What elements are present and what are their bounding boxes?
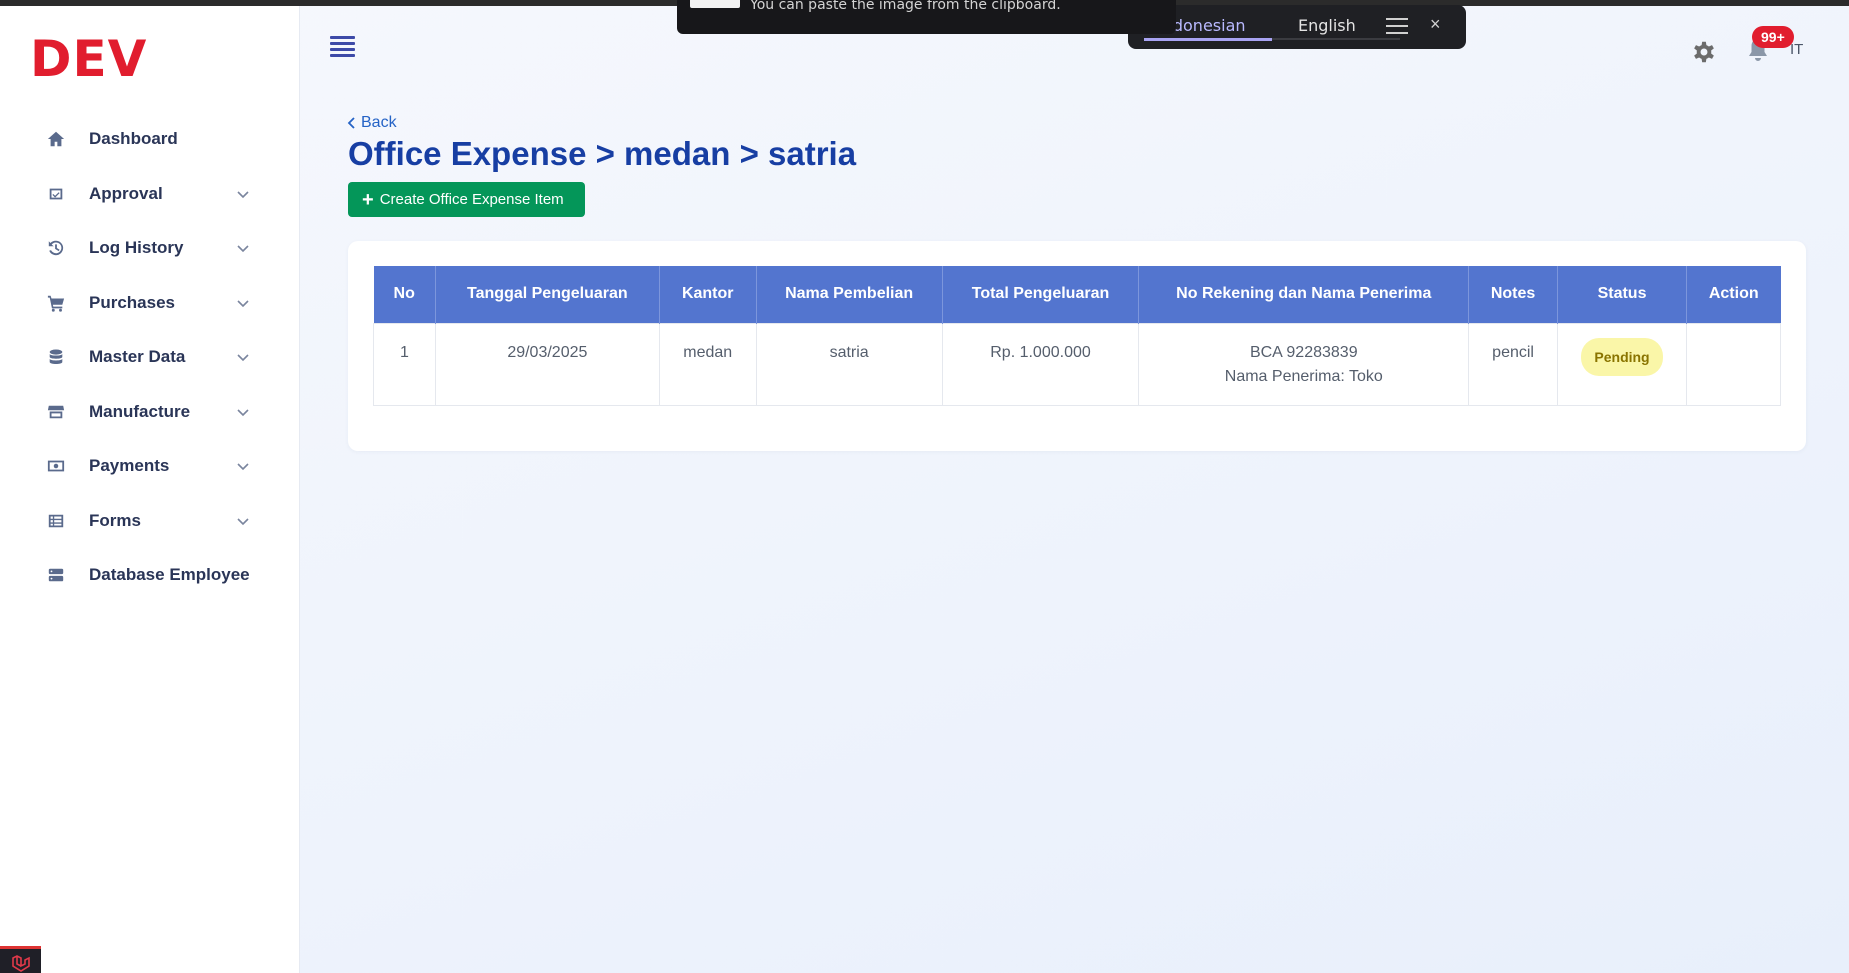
column-header-tanggal[interactable]: Tanggal Pengeluaran [435, 266, 660, 323]
sidebar-item-label: Approval [89, 183, 163, 203]
expense-table: No Tanggal Pengeluaran Kantor Nama Pembe… [373, 266, 1782, 406]
chevron-down-icon [236, 460, 250, 478]
chevron-down-icon [236, 406, 250, 424]
notification-count-badge[interactable]: 99+ [1752, 26, 1794, 48]
sidebar-item-database-employee[interactable]: Database Employee [0, 548, 300, 603]
chevron-down-icon [236, 297, 250, 315]
dev-toolbar-badge[interactable] [0, 946, 41, 973]
back-link-label: Back [361, 114, 397, 131]
cell-kantor: medan [658, 322, 757, 406]
cell-nama-pembelian: satria [755, 322, 943, 406]
user-avatar[interactable]: IT [1790, 41, 1803, 58]
chevron-down-icon [236, 351, 250, 369]
cell-notes: pencil [1468, 322, 1559, 406]
back-link[interactable]: Back [347, 114, 397, 132]
sidebar-item-approval[interactable]: Approval [0, 167, 300, 222]
cell-status: Pending [1557, 322, 1687, 406]
chevron-down-icon [236, 242, 250, 260]
sidebar: DEV Dashboard Approval Log History Purch… [0, 6, 300, 973]
column-header-rekening[interactable]: No Rekening dan Nama Penerima [1138, 266, 1470, 323]
table-header-row: No Tanggal Pengeluaran Kantor Nama Pembe… [373, 266, 1781, 323]
column-header-action[interactable]: Action [1686, 266, 1781, 323]
toast-image-thumbnail [690, 0, 740, 8]
sidebar-nav: Dashboard Approval Log History Purchases [0, 112, 300, 603]
chevron-down-icon [236, 515, 250, 533]
tab-active-indicator [1144, 38, 1272, 41]
sidebar-item-log-history[interactable]: Log History [0, 221, 300, 276]
sidebar-item-label: Database Employee [89, 565, 250, 585]
toast-message: You can paste the image from the clipboa… [750, 0, 1061, 13]
sidebar-item-master-data[interactable]: Master Data [0, 330, 300, 385]
home-icon [46, 129, 66, 149]
cell-no: 1 [373, 322, 436, 406]
column-header-nama-pembelian[interactable]: Nama Pembelian [756, 266, 943, 323]
create-button-label: Create Office Expense Item [379, 191, 564, 208]
column-header-total[interactable]: Total Pengeluaran [942, 266, 1140, 323]
history-icon [46, 238, 66, 258]
close-icon[interactable]: × [1430, 14, 1441, 35]
sidebar-item-label: Purchases [89, 292, 175, 312]
sidebar-item-purchases[interactable]: Purchases [0, 276, 300, 331]
rekening-recipient: Nama Penerima: Toko [1224, 367, 1383, 385]
column-header-notes[interactable]: Notes [1468, 266, 1559, 323]
translate-menu-icon[interactable] [1386, 18, 1408, 36]
sidebar-item-label: Manufacture [89, 401, 191, 421]
app-logo[interactable]: DEV [30, 30, 147, 88]
tab-english[interactable]: English [1298, 16, 1356, 35]
cell-rekening: BCA 92283839 Nama Penerima: Toko [1138, 322, 1470, 406]
menu-toggle-button[interactable] [330, 36, 355, 63]
column-header-status[interactable]: Status [1557, 266, 1687, 323]
list-icon [46, 511, 66, 531]
store-icon [46, 402, 66, 422]
status-badge: Pending [1581, 337, 1663, 376]
sidebar-item-label: Forms [89, 510, 141, 530]
column-header-no[interactable]: No [373, 266, 436, 323]
sidebar-item-label: Master Data [89, 347, 186, 367]
chevron-down-icon [236, 188, 250, 206]
approval-icon [46, 184, 66, 204]
sidebar-item-payments[interactable]: Payments [0, 439, 300, 494]
column-header-kantor[interactable]: Kantor [659, 266, 757, 323]
sidebar-item-label: Log History [89, 238, 184, 258]
cell-action [1685, 322, 1782, 406]
sidebar-item-label: Payments [89, 456, 170, 476]
expense-table-card: No Tanggal Pengeluaran Kantor Nama Pembe… [348, 241, 1806, 451]
create-office-expense-item-button[interactable]: + Create Office Expense Item [348, 182, 585, 217]
cell-tanggal: 29/03/2025 [434, 322, 660, 406]
server-icon [46, 565, 66, 585]
gear-icon[interactable] [1691, 39, 1717, 65]
sidebar-item-manufacture[interactable]: Manufacture [0, 385, 300, 440]
page-title: Office Expense > medan > satria [348, 135, 857, 172]
translate-toolbar: Indonesian English × [1128, 5, 1466, 49]
chevron-left-icon [347, 117, 355, 129]
cart-icon [46, 293, 66, 313]
money-icon [46, 456, 66, 476]
clipboard-toast: You can paste the image from the clipboa… [677, 0, 1176, 34]
sidebar-item-forms[interactable]: Forms [0, 494, 300, 549]
sidebar-item-dashboard[interactable]: Dashboard [0, 112, 300, 167]
cell-total: Rp. 1.000.000 [941, 322, 1140, 406]
sidebar-item-label: Dashboard [89, 129, 178, 149]
plus-icon: + [362, 188, 374, 211]
rekening-number: BCA 92283839 [1249, 343, 1358, 361]
database-icon [46, 347, 66, 367]
table-row: 1 29/03/2025 medan satria Rp. 1.000.000 … [373, 322, 1782, 406]
laravel-icon [11, 955, 30, 972]
